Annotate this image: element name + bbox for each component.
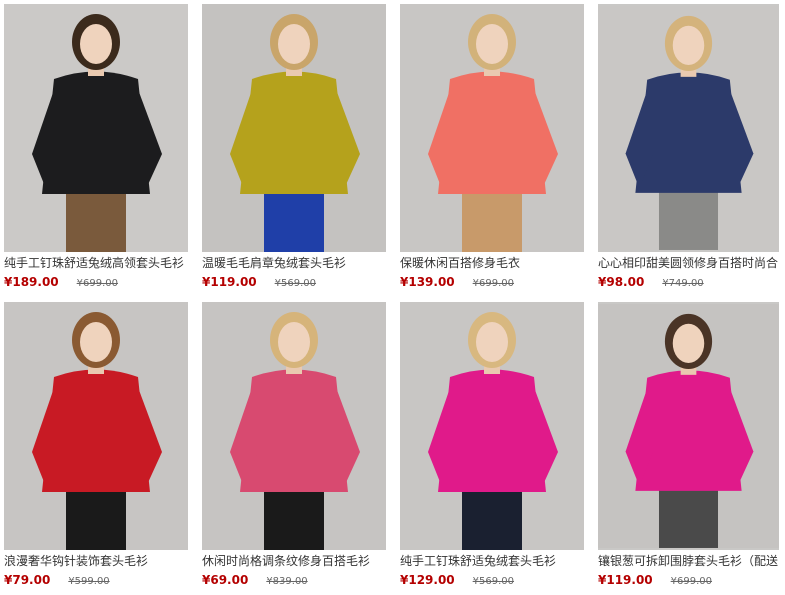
product-card[interactable]: 休闲时尚格调条纹修身百搭毛衫 ¥69.00 ¥839.00: [202, 302, 386, 587]
model-face: [476, 24, 508, 64]
product-title[interactable]: 休闲时尚格调条纹修身百搭毛衫: [202, 554, 386, 568]
product-image[interactable]: [598, 4, 779, 252]
model-bottoms: [66, 184, 126, 252]
product-card[interactable]: 镶银葱可拆卸围脖套头毛衫（配送 ¥119.00 ¥699.00: [598, 302, 779, 587]
product-image[interactable]: [4, 302, 188, 550]
product-card[interactable]: 心心相印甜美圆领修身百搭时尚合 ¥98.00 ¥749.00: [598, 4, 779, 289]
product-image[interactable]: [4, 4, 188, 252]
product-image[interactable]: [598, 302, 779, 550]
product-card[interactable]: 纯手工钉珠舒适兔绒套头毛衫 ¥129.00 ¥569.00: [400, 302, 584, 587]
model-face: [80, 24, 112, 64]
price: ¥129.00: [400, 573, 455, 587]
model-bottoms: [66, 482, 126, 550]
model-bottoms: [264, 482, 324, 550]
product-image[interactable]: [202, 302, 386, 550]
model-face: [80, 322, 112, 362]
model-bottoms: [658, 183, 719, 250]
original-price: ¥839.00: [266, 576, 308, 587]
product-image[interactable]: [400, 4, 584, 252]
model-face: [476, 322, 508, 362]
price: ¥139.00: [400, 275, 455, 289]
product-title[interactable]: 纯手工钉珠舒适兔绒高领套头毛衫: [4, 256, 188, 270]
product-card[interactable]: 纯手工钉珠舒适兔绒高领套头毛衫 ¥189.00 ¥699.00: [4, 4, 188, 289]
price: ¥119.00: [202, 275, 257, 289]
product-card[interactable]: 浪漫奢华钩针装饰套头毛衫 ¥79.00 ¥599.00: [4, 302, 188, 587]
product-title[interactable]: 纯手工钉珠舒适兔绒套头毛衫: [400, 554, 584, 568]
price: ¥189.00: [4, 275, 59, 289]
product-image[interactable]: [400, 302, 584, 550]
product-card[interactable]: 温暖毛毛肩章兔绒套头毛衫 ¥119.00 ¥569.00: [202, 4, 386, 289]
original-price: ¥569.00: [472, 576, 515, 587]
model-bottoms: [462, 482, 522, 550]
product-title[interactable]: 温暖毛毛肩章兔绒套头毛衫: [202, 256, 386, 270]
original-price: ¥749.00: [662, 278, 704, 289]
original-price: ¥569.00: [274, 278, 317, 289]
price: ¥98.00: [598, 275, 645, 289]
original-price: ¥599.00: [68, 576, 110, 587]
original-price: ¥699.00: [670, 576, 713, 587]
product-title[interactable]: 心心相印甜美圆领修身百搭时尚合: [598, 256, 779, 270]
price: ¥79.00: [4, 573, 51, 587]
original-price: ¥699.00: [76, 278, 119, 289]
model-face: [672, 323, 705, 364]
product-title[interactable]: 浪漫奢华钩针装饰套头毛衫: [4, 554, 188, 568]
price: ¥119.00: [598, 573, 653, 587]
product-image[interactable]: [202, 4, 386, 252]
product-card[interactable]: 保暖休闲百搭修身毛衣 ¥139.00 ¥699.00: [400, 4, 584, 289]
price: ¥69.00: [202, 573, 249, 587]
model-face: [278, 322, 310, 362]
model-bottoms: [462, 184, 522, 252]
model-face: [278, 24, 310, 64]
product-title[interactable]: 保暖休闲百搭修身毛衣: [400, 256, 584, 270]
model-bottoms: [658, 481, 719, 548]
model-face: [672, 25, 705, 66]
original-price: ¥699.00: [472, 278, 515, 289]
model-bottoms: [264, 184, 324, 252]
product-title[interactable]: 镶银葱可拆卸围脖套头毛衫（配送: [598, 554, 779, 568]
